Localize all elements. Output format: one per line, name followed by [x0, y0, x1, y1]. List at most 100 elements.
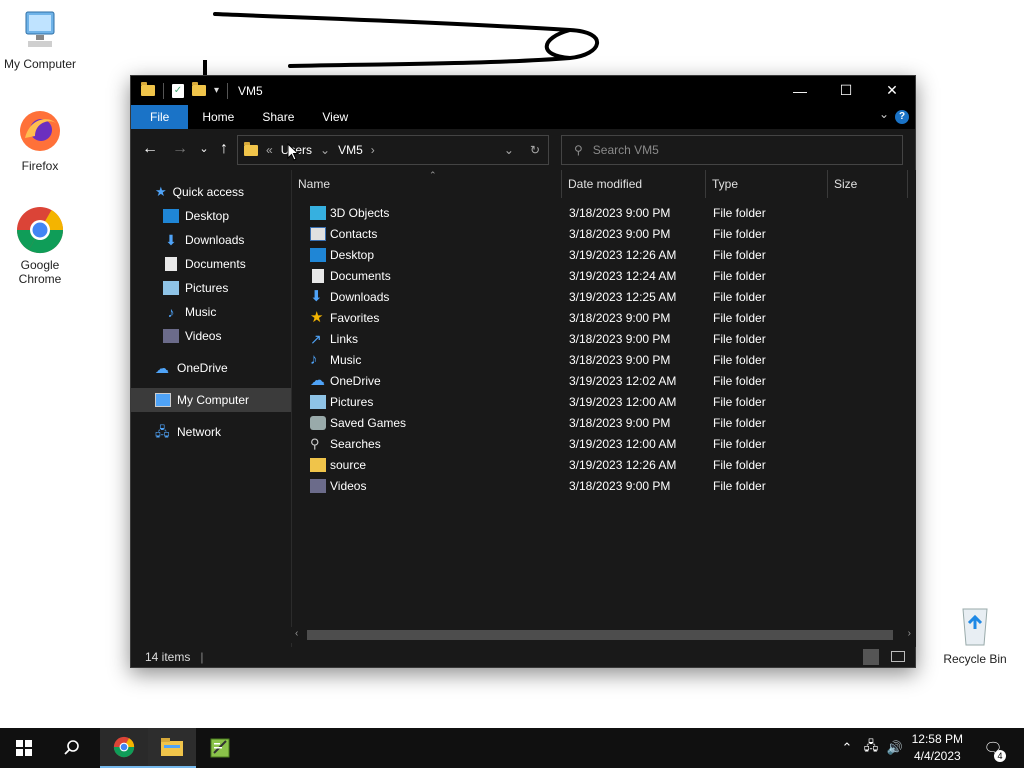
taskbar-app-editor[interactable] [196, 728, 244, 768]
tab-view[interactable]: View [308, 105, 362, 129]
properties-icon[interactable]: ✓ [172, 83, 184, 98]
close-button[interactable]: ✕ [869, 76, 915, 105]
nav-label: Network [177, 425, 222, 439]
file-name: Documents [330, 269, 391, 283]
file-date-modified: 3/18/2023 9:00 PM [569, 311, 671, 325]
file-name: source [330, 458, 367, 472]
item-count: 14 items [145, 650, 191, 664]
quick-access-toolbar: ✓ ▾ [141, 82, 229, 99]
file-row[interactable]: Pictures 3/19/2023 12:00 AM File folder [292, 392, 912, 413]
scroll-left-icon[interactable]: ‹ [295, 628, 298, 639]
start-button[interactable] [0, 728, 48, 768]
desktop-icon-google-chrome[interactable]: Google Chrome [0, 205, 80, 286]
column-header-name[interactable]: Name [292, 170, 562, 198]
horizontal-scrollbar[interactable]: ‹ › [291, 627, 915, 643]
breadcrumb-vm5[interactable]: VM5 [338, 143, 363, 157]
file-row[interactable]: Videos 3/18/2023 9:00 PM File folder [292, 476, 912, 497]
desktop-icon-firefox[interactable]: Firefox [0, 108, 80, 173]
file-date-modified: 3/19/2023 12:26 AM [569, 248, 677, 262]
nav-network[interactable]: 🖧 Network [131, 420, 313, 444]
tab-file[interactable]: File [131, 105, 189, 129]
up-button[interactable]: ↑ [213, 137, 235, 161]
network-tray-icon[interactable]: 🖧 [860, 728, 882, 768]
refresh-icon[interactable]: ↻ [530, 143, 540, 157]
pictures-icon [163, 281, 179, 295]
breadcrumb-chevron-icon[interactable]: ⌄ [320, 143, 330, 157]
file-row[interactable]: ★ Favorites 3/18/2023 9:00 PM File folder [292, 308, 912, 329]
search-icon [64, 740, 79, 755]
details-view-icon[interactable] [863, 649, 879, 665]
file-row[interactable]: ☁ OneDrive 3/19/2023 12:02 AM File folder [292, 371, 912, 392]
network-icon: 🖧 [155, 424, 170, 439]
column-header-type[interactable]: Type [706, 170, 828, 198]
file-row[interactable]: ⚲ Searches 3/19/2023 12:00 AM File folder [292, 434, 912, 455]
desktop-icon [310, 248, 326, 262]
title-bar: ✓ ▾ VM5 — ☐ ✕ [131, 76, 915, 105]
file-explorer-window: ✓ ▾ VM5 — ☐ ✕ File Home Share View ⌄ ? ←… [130, 75, 916, 668]
action-center-button[interactable]: 🗨 4 [978, 728, 1008, 768]
computer-icon [155, 393, 171, 407]
column-header-date-modified[interactable]: Date modified [562, 170, 706, 198]
desktop-icon-recycle-bin[interactable]: Recycle Bin [940, 603, 1010, 666]
recent-locations-button[interactable]: ⌄ [193, 137, 215, 161]
nav-label: Pictures [185, 281, 229, 295]
show-hidden-icons-button[interactable]: ⌃ [838, 728, 856, 768]
minimize-button[interactable]: — [777, 76, 823, 105]
address-bar[interactable]: « Users ⌄ VM5 › ⌄ ↻ [237, 135, 549, 165]
taskbar: ⌃ 🖧 🔊 12:58 PM 4/4/2023 🗨 4 [0, 728, 1024, 768]
taskbar-chrome[interactable] [100, 728, 148, 768]
search-button[interactable] [48, 728, 96, 768]
file-row[interactable]: ⬇ Downloads 3/19/2023 12:25 AM File folder [292, 287, 912, 308]
file-row[interactable]: source 3/19/2023 12:26 AM File folder [292, 455, 912, 476]
file-type: File folder [713, 206, 766, 220]
nav-my-computer[interactable]: My Computer [131, 388, 313, 412]
recycle-bin-icon [962, 608, 988, 646]
address-overflow[interactable]: « [266, 143, 273, 157]
favorites-icon: ★ [310, 309, 324, 326]
maximize-button[interactable]: ☐ [823, 76, 869, 105]
file-row[interactable]: Desktop 3/19/2023 12:26 AM File folder [292, 245, 912, 266]
file-row[interactable]: Saved Games 3/18/2023 9:00 PM File folder [292, 413, 912, 434]
forward-button[interactable]: → [169, 137, 191, 161]
file-row[interactable]: ↗ Links 3/18/2023 9:00 PM File folder [292, 329, 912, 350]
scrollbar-thumb[interactable] [307, 630, 893, 640]
large-icons-view-icon[interactable] [891, 651, 905, 662]
nav-onedrive[interactable]: ☁ OneDrive [131, 356, 313, 380]
desktop-icon-my-computer[interactable]: My Computer [0, 8, 80, 71]
file-row[interactable]: 3D Objects 3/18/2023 9:00 PM File folder [292, 203, 912, 224]
file-date-modified: 3/18/2023 9:00 PM [569, 206, 671, 220]
videos-icon [163, 329, 179, 343]
new-folder-icon[interactable] [192, 82, 206, 96]
file-row[interactable]: ♪ Music 3/18/2023 9:00 PM File folder [292, 350, 912, 371]
customize-toolbar-icon[interactable]: ▾ [214, 85, 219, 96]
tab-home[interactable]: Home [188, 105, 248, 129]
file-date-modified: 3/18/2023 9:00 PM [569, 416, 671, 430]
file-row[interactable]: Documents 3/19/2023 12:24 AM File folder [292, 266, 912, 287]
scroll-right-icon[interactable]: › [908, 628, 911, 639]
volume-tray-icon[interactable]: 🔊 [884, 728, 906, 768]
music-icon: ♪ [310, 351, 318, 368]
search-box[interactable]: ⚲ Search VM5 [561, 135, 903, 165]
help-icon[interactable]: ? [895, 110, 909, 124]
column-header-size[interactable]: Size [828, 170, 908, 198]
desktop-icon [163, 209, 179, 223]
file-name: 3D Objects [330, 206, 390, 220]
search-icon: ⚲ [574, 143, 583, 157]
expand-ribbon-icon[interactable]: ⌄ [879, 107, 889, 121]
pictures-icon [310, 395, 326, 409]
nav-quick-access[interactable]: ★ Quick access [131, 180, 313, 204]
tab-share[interactable]: Share [248, 105, 308, 129]
navigation-pane: ★ Quick access Desktop 📌 ⬇ Downloads 📌 D… [131, 170, 315, 647]
address-dropdown-icon[interactable]: ⌄ [504, 143, 514, 157]
clock[interactable]: 12:58 PM 4/4/2023 [912, 731, 963, 765]
file-type: File folder [713, 248, 766, 262]
file-row[interactable]: Contacts 3/18/2023 9:00 PM File folder [292, 224, 912, 245]
onedrive-icon: ☁ [310, 372, 325, 389]
file-name: Downloads [330, 290, 390, 304]
back-button[interactable]: ← [139, 137, 161, 161]
file-type: File folder [713, 332, 766, 346]
breadcrumb-chevron-icon[interactable]: › [371, 143, 375, 157]
file-type: File folder [713, 395, 766, 409]
taskbar-file-explorer[interactable] [148, 728, 196, 768]
nav-label: Videos [185, 329, 222, 343]
